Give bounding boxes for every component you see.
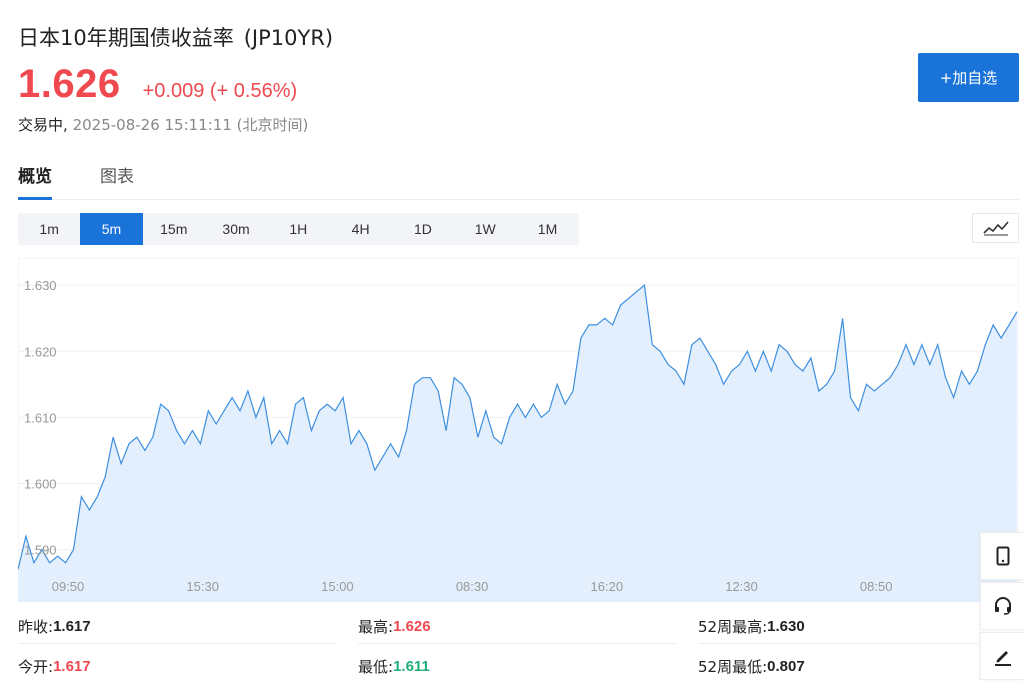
mobile-icon xyxy=(996,546,1009,566)
stats-panel: 昨收: 1.617 最高: 1.626 52周最高: 1.630 今开: 1.617 最… xyxy=(18,610,1019,680)
stat-52w-low: 52周最低: 0.807 xyxy=(698,650,978,683)
y-tick-label: 1.620 xyxy=(24,344,57,359)
price-chart-svg: 1.590 1.600 1.610 1.620 1.630 09:50 15:30 15:00… xyxy=(17,257,1020,603)
x-tick-label: 12:30 xyxy=(725,579,758,594)
x-tick-label: 15:00 xyxy=(321,579,354,594)
main-tabs: 概览 图表 xyxy=(18,162,1019,200)
stat-high: 最高: 1.626 xyxy=(358,610,676,644)
x-tick-label: 08:30 xyxy=(456,579,489,594)
x-tick-label: 15:30 xyxy=(186,579,219,594)
x-tick-label: 16:20 xyxy=(591,579,624,594)
period-4h[interactable]: 4H xyxy=(329,213,391,245)
period-5m[interactable]: 5m xyxy=(80,213,143,245)
stat-low: 最低: 1.611 xyxy=(358,650,676,683)
period-15m[interactable]: 15m xyxy=(143,213,205,245)
y-tick-label: 1.610 xyxy=(24,410,57,425)
instrument-name: 日本10年期国债收益率 xyxy=(18,26,234,50)
period-1d[interactable]: 1D xyxy=(392,213,454,245)
price-chart[interactable]: 1.590 1.600 1.610 1.620 1.630 09:50 15:30 15:00… xyxy=(17,257,1020,603)
x-tick-label: 08:50 xyxy=(860,579,893,594)
status-timezone: (北京时间) xyxy=(236,116,309,134)
tab-overview[interactable]: 概览 xyxy=(18,162,52,200)
period-30m[interactable]: 30m xyxy=(205,213,267,245)
status-datetime: 2025-08-26 15:11:11 xyxy=(72,116,232,134)
stat-52w-high: 52周最高: 1.630 xyxy=(698,610,978,644)
period-selector: 1m 5m 15m 30m 1H 4H 1D 1W 1M xyxy=(18,213,579,245)
period-1m[interactable]: 1m xyxy=(18,213,80,245)
instrument-title: 日本10年期国债收益率 (JP10YR) xyxy=(18,22,333,52)
stat-prev-close: 昨收: 1.617 xyxy=(18,610,336,644)
stat-open: 今开: 1.617 xyxy=(18,650,336,683)
line-chart-icon xyxy=(982,221,1009,236)
chart-type-button[interactable] xyxy=(972,213,1019,243)
status-label: 交易中, xyxy=(18,116,68,134)
add-watchlist-button[interactable]: +加自选 xyxy=(918,53,1019,102)
y-tick-label: 1.630 xyxy=(24,278,57,293)
period-1mo[interactable]: 1M xyxy=(516,213,578,245)
instrument-code: (JP10YR) xyxy=(243,26,334,50)
x-tick-label: 09:50 xyxy=(52,579,85,594)
y-tick-label: 1.590 xyxy=(24,543,57,558)
mobile-button[interactable] xyxy=(980,532,1024,580)
trading-status: 交易中, 2025-08-26 15:11:11 (北京时间) xyxy=(18,114,308,135)
price-row: 1.626 +0.009 (+ 0.56%) xyxy=(18,62,297,108)
last-price: 1.626 xyxy=(18,62,121,106)
period-1w[interactable]: 1W xyxy=(454,213,516,245)
period-1h[interactable]: 1H xyxy=(267,213,329,245)
tab-chart[interactable]: 图表 xyxy=(100,162,134,197)
y-tick-label: 1.600 xyxy=(24,476,57,491)
price-change: +0.009 (+ 0.56%) xyxy=(142,80,298,102)
